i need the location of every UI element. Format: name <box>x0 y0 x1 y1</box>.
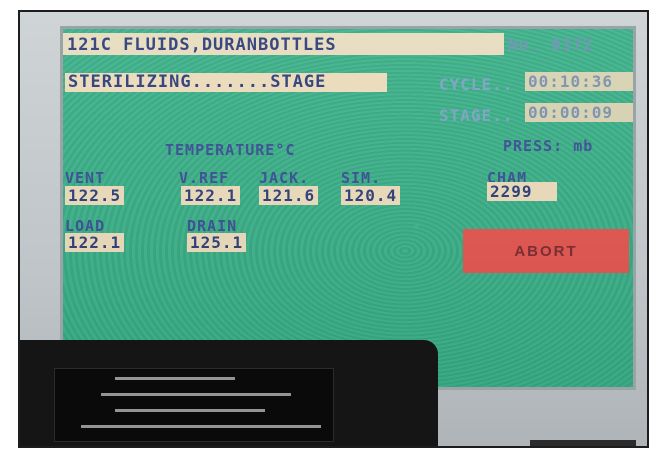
chamber-pressure-value: 2299 <box>487 182 557 201</box>
nameplate-line <box>115 377 235 380</box>
vref-temperature-value: 122.1 <box>181 186 241 205</box>
device-bottom-rail <box>530 440 636 446</box>
vent-temperature-value: 122.5 <box>65 186 125 205</box>
load-temperature-value: 122.1 <box>65 233 125 252</box>
autoclave-display: 121C FLUIDS,DURANBOTTLES No. 0372 STERIL… <box>60 26 636 390</box>
stage-time-value: 00:00:09 <box>525 103 633 122</box>
batch-number-value: 0372 <box>551 35 594 54</box>
sim-temperature-value: 120.4 <box>341 186 401 205</box>
program-title: 121C FLUIDS,DURANBOTTLES <box>67 35 337 55</box>
stage-name: STERILIZING.......STAGE <box>65 73 387 92</box>
title-bar-filler <box>459 33 504 55</box>
device-bezel: 121C FLUIDS,DURANBOTTLES No. 0372 STERIL… <box>18 10 649 448</box>
program-title-bar: 121C FLUIDS,DURANBOTTLES <box>63 33 459 55</box>
abort-button[interactable]: ABORT <box>463 229 629 273</box>
jack-label: JACK. <box>259 169 310 187</box>
device-nameplate-sticker <box>54 368 334 442</box>
cycle-time-value: 00:10:36 <box>525 72 633 91</box>
vref-label: V.REF <box>179 169 230 187</box>
batch-number-label: No. <box>508 35 540 54</box>
cycle-time-label: CYCLE.. <box>439 75 514 94</box>
sim-label: SIM. <box>341 169 382 187</box>
drain-temperature-value: 125.1 <box>187 233 247 252</box>
nameplate-line <box>81 425 321 428</box>
stage-time-label: STAGE.. <box>439 106 514 125</box>
vent-label: VENT <box>65 169 106 187</box>
temperature-heading: TEMPERATURE°C <box>165 141 296 159</box>
jack-temperature-value: 121.6 <box>259 186 319 205</box>
pressure-heading: PRESS: mb <box>503 137 594 155</box>
nameplate-line <box>101 393 291 396</box>
nameplate-line <box>115 409 265 412</box>
